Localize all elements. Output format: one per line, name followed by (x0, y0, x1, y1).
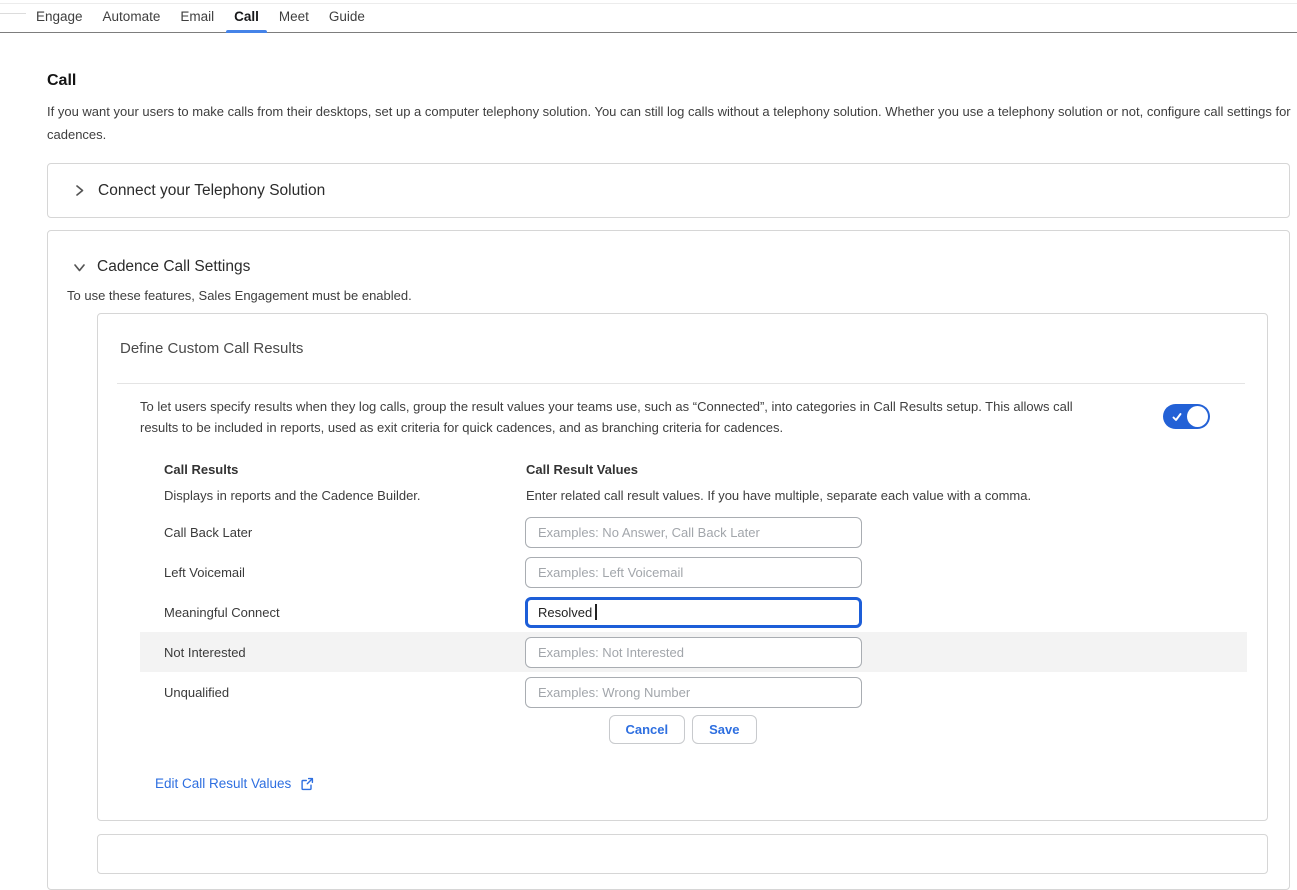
tab-bar: Engage Automate Email Call Meet Guide (0, 0, 1297, 33)
section-title: Cadence Call Settings (97, 258, 250, 276)
column-header-call-result-values: Call Result Values (526, 462, 638, 477)
toggle-knob (1187, 406, 1208, 427)
edit-link-label: Edit Call Result Values (155, 776, 291, 791)
table-row-unqualified: Unqualified (140, 672, 1247, 712)
tab-email[interactable]: Email (170, 0, 224, 32)
section-title: Connect your Telephony Solution (98, 182, 325, 200)
column-header-call-results: Call Results (164, 462, 238, 477)
table-row-call-back-later: Call Back Later (140, 512, 1247, 552)
text-cursor (595, 604, 597, 620)
tab-engage[interactable]: Engage (26, 0, 93, 32)
not-interested-values-input[interactable] (525, 637, 862, 668)
chevron-right-icon (73, 184, 86, 197)
table-row-meaningful-connect: Meaningful Connect (140, 592, 1247, 632)
tab-call[interactable]: Call (224, 0, 269, 32)
card-description: To let users specify results when they l… (140, 396, 1085, 438)
define-custom-call-results-card: Define Custom Call Results To let users … (97, 313, 1268, 821)
column-caption-call-results: Displays in reports and the Cadence Buil… (164, 488, 421, 503)
column-caption-call-result-values: Enter related call result values. If you… (526, 488, 1031, 503)
row-label: Left Voicemail (164, 565, 525, 580)
table-row-not-interested: Not Interested (140, 632, 1247, 672)
left-voicemail-values-input[interactable] (525, 557, 862, 588)
call-back-later-values-input[interactable] (525, 517, 862, 548)
chevron-down-icon (73, 261, 86, 274)
card-title: Define Custom Call Results (120, 340, 303, 357)
section-cadence-call-settings: Cadence Call Settings To use these featu… (47, 230, 1290, 890)
call-results-toggle[interactable] (1163, 404, 1210, 429)
row-label: Meaningful Connect (164, 605, 525, 620)
row-label: Not Interested (164, 645, 525, 660)
tab-automate[interactable]: Automate (93, 0, 171, 32)
cancel-button[interactable]: Cancel (608, 715, 685, 744)
check-icon (1171, 411, 1183, 423)
form-actions: Cancel Save (608, 715, 756, 744)
section-connect-telephony[interactable]: Connect your Telephony Solution (47, 163, 1290, 218)
save-button[interactable]: Save (692, 715, 756, 744)
tab-meet[interactable]: Meet (269, 0, 319, 32)
card-divider (117, 383, 1245, 384)
edit-call-result-values-link[interactable]: Edit Call Result Values (155, 776, 314, 791)
external-link-icon (300, 777, 314, 791)
row-label: Unqualified (164, 685, 525, 700)
cadence-section-subtitle: To use these features, Sales Engagement … (67, 288, 412, 303)
next-settings-card-partial (97, 834, 1268, 874)
row-label: Call Back Later (164, 525, 525, 540)
table-row-left-voicemail: Left Voicemail (140, 552, 1247, 592)
unqualified-values-input[interactable] (525, 677, 862, 708)
meaningful-connect-values-input[interactable] (525, 597, 862, 628)
tab-guide[interactable]: Guide (319, 0, 375, 32)
call-results-table: Call Back Later Left Voicemail Meaningfu… (140, 512, 1247, 712)
page-title: Call (47, 72, 76, 90)
page-description: If you want your users to make calls fro… (47, 100, 1292, 146)
cadence-section-header[interactable]: Cadence Call Settings (73, 258, 250, 276)
